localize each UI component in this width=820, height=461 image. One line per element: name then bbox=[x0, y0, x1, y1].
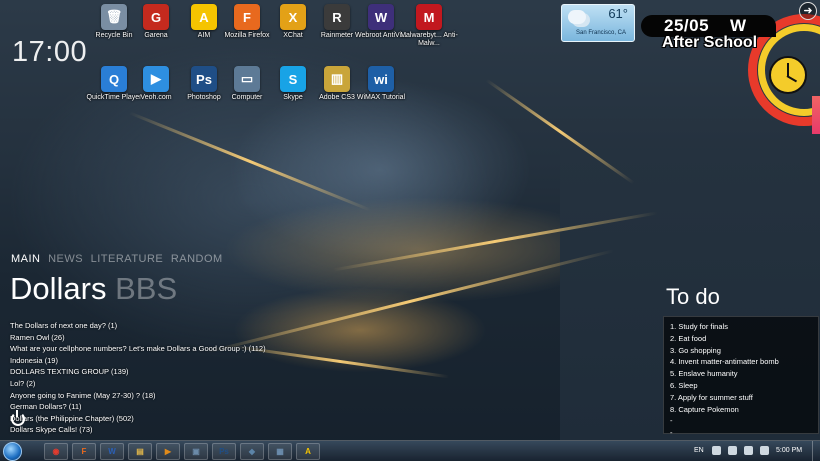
taskbar-chrome-icon[interactable]: ◉ bbox=[44, 443, 68, 460]
todo-title: To do bbox=[666, 284, 720, 309]
xchat-icon: X bbox=[280, 4, 306, 30]
todo-item[interactable]: 4. Invent matter-antimatter bomb bbox=[670, 356, 818, 368]
todo-item[interactable]: 6. Sleep bbox=[670, 380, 818, 392]
weather-city: San Francisco, CA bbox=[576, 30, 627, 36]
todo-item[interactable]: 1. Study for finals bbox=[670, 321, 818, 333]
date-widget-day: W bbox=[730, 16, 747, 35]
date-widget-tagline: After School bbox=[662, 34, 758, 51]
todo-item[interactable]: 8. Capture Pokemon bbox=[670, 404, 818, 416]
taskbar-word-icon[interactable]: W bbox=[100, 443, 124, 460]
rainmeter-icon: R bbox=[324, 4, 350, 30]
taskbar-media-player-icon[interactable]: ▶ bbox=[156, 443, 180, 460]
tab-main[interactable]: MAIN bbox=[11, 253, 41, 265]
todo-item[interactable]: 5. Enslave humanity bbox=[670, 368, 818, 380]
feed-item[interactable]: Lol? (2) bbox=[10, 378, 266, 390]
todo-item[interactable]: 7. Apply for summer stuff bbox=[670, 392, 818, 404]
feed-title-main: Dollars bbox=[10, 271, 107, 306]
aim-icon: A bbox=[191, 4, 217, 30]
desktop-icon-label: WiMAX Tutorial bbox=[356, 94, 406, 101]
skype-icon: S bbox=[280, 66, 306, 92]
taskbar-photo-viewer-icon[interactable]: ▣ bbox=[184, 443, 208, 460]
todo-item[interactable]: 2. Eat food bbox=[670, 333, 818, 345]
feed-tabs: MAIN NEWS LITERATURE RANDOM bbox=[11, 253, 227, 265]
wimax-icon: wi bbox=[368, 66, 394, 92]
tray-battery-icon[interactable] bbox=[744, 446, 753, 455]
garena-icon: G bbox=[143, 4, 169, 30]
sidebar-tab[interactable] bbox=[812, 96, 820, 134]
feed-item[interactable]: Anyone going to Fanime (May 27-30) ? (18… bbox=[10, 390, 266, 402]
taskbar-aim-icon[interactable]: A bbox=[296, 443, 320, 460]
arrow-right-icon[interactable]: ➜ bbox=[799, 2, 817, 20]
feed-title: Dollars BBS bbox=[10, 271, 177, 307]
desktop-icon-malwarebytes[interactable]: M Malwarebyt... Anti-Malw... bbox=[400, 4, 458, 48]
taskbar-firefox-icon[interactable]: F bbox=[72, 443, 96, 460]
feed-item[interactable]: Dollars (the Philippine Chapter) (502) bbox=[10, 413, 266, 425]
firefox-icon: F bbox=[234, 4, 260, 30]
feed-item[interactable]: The Dollars of next one day? (1) bbox=[10, 320, 266, 332]
city-light-streak bbox=[128, 111, 372, 212]
recycle-bin-icon: 🗑 bbox=[101, 4, 127, 30]
feed-item[interactable]: What are your cellphone numbers? Let's m… bbox=[10, 343, 266, 355]
todo-item[interactable]: 3. Go shopping bbox=[670, 345, 818, 357]
cloud-icon bbox=[568, 10, 586, 24]
power-icon[interactable] bbox=[11, 410, 25, 426]
todo-panel: 1. Study for finals 2. Eat food 3. Go sh… bbox=[663, 316, 819, 437]
feed-title-sub: BBS bbox=[115, 271, 178, 306]
todo-list: 1. Study for finals 2. Eat food 3. Go sh… bbox=[664, 317, 818, 439]
webroot-icon: W bbox=[368, 4, 394, 30]
weather-widget[interactable]: 61° San Francisco, CA bbox=[561, 4, 635, 42]
taskbar-notepad-icon[interactable]: ▦ bbox=[268, 443, 292, 460]
tray-volume-icon[interactable] bbox=[760, 446, 769, 455]
feed-item[interactable]: Dollars Skype Calls! (73) bbox=[10, 424, 266, 436]
photoshop-icon: Ps bbox=[191, 66, 217, 92]
language-indicator[interactable]: EN bbox=[694, 447, 704, 454]
veoh-icon: ▶ bbox=[143, 66, 169, 92]
tab-literature[interactable]: LITERATURE bbox=[91, 253, 164, 265]
feed-item[interactable]: Indonesia (19) bbox=[10, 355, 266, 367]
feed-item[interactable]: German Dollars? (11) bbox=[10, 401, 266, 413]
taskbar: ◉ F W ▤ ▶ ▣ Ps ◆ ▦ A EN 5:00 PM bbox=[0, 440, 820, 461]
date-widget-date: 25/05 bbox=[664, 16, 710, 35]
tab-news[interactable]: NEWS bbox=[48, 253, 83, 265]
taskbar-droplet-icon[interactable]: ◆ bbox=[240, 443, 264, 460]
malwarebytes-icon: M bbox=[416, 4, 442, 30]
quicktime-icon: Q bbox=[101, 66, 127, 92]
show-desktop-button[interactable] bbox=[812, 441, 820, 461]
feed-item[interactable]: DOLLARS TEXTING GROUP (139) bbox=[10, 366, 266, 378]
taskbar-photoshop-icon[interactable]: Ps bbox=[212, 443, 236, 460]
tab-random[interactable]: RANDOM bbox=[171, 253, 223, 265]
todo-item[interactable]: - bbox=[670, 415, 818, 427]
todo-item[interactable]: - bbox=[670, 427, 818, 439]
start-button-icon[interactable] bbox=[3, 442, 22, 461]
city-light-streak bbox=[205, 249, 615, 354]
adobe-cs3-icon: ▥ bbox=[324, 66, 350, 92]
taskbar-folder-icon[interactable]: ▤ bbox=[128, 443, 152, 460]
desktop-clock: 17:00 bbox=[12, 36, 88, 68]
taskbar-clock[interactable]: 5:00 PM bbox=[776, 447, 802, 454]
desktop-icon-label: Malwarebyt... Anti-Malw... bbox=[400, 32, 458, 47]
weather-temperature: 61° bbox=[608, 6, 628, 21]
tray-flag-icon[interactable] bbox=[712, 446, 721, 455]
feed-list: The Dollars of next one day? (1) Ramen O… bbox=[10, 320, 266, 436]
computer-icon: ▭ bbox=[234, 66, 260, 92]
analog-clock-icon bbox=[769, 56, 807, 94]
tray-network-icon[interactable] bbox=[728, 446, 737, 455]
desktop-icon-wimax[interactable]: wi WiMAX Tutorial bbox=[352, 66, 410, 102]
feed-item[interactable]: Ramen Owl (26) bbox=[10, 332, 266, 344]
